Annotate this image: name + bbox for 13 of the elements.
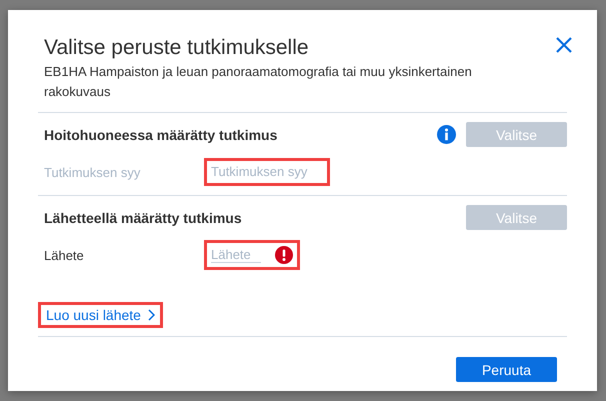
field-label: Tutkimuksen syy (44, 164, 142, 180)
field-label: Lähete (44, 248, 85, 262)
info-icon[interactable] (437, 125, 456, 144)
highlighted-field[interactable]: Lähete (204, 240, 300, 270)
section-heading: Hoitohuoneessa määrätty tutkimus (44, 126, 278, 142)
dialog-subtitle: EB1HA Hampaiston ja leuan panoraamatomografia tai muu yksinkertainen rakokuvaus (44, 63, 473, 101)
section-heading: Lähetteellä määrätty tutkimus (44, 210, 243, 226)
error-icon (275, 246, 293, 264)
cancel-button[interactable]: Peruuta (456, 357, 557, 382)
input-field[interactable]: Lähete (211, 247, 261, 263)
chevron-right-icon (146, 309, 155, 321)
dialog-title: Valitse peruste tutkimukselle (44, 36, 309, 60)
new-referral-link[interactable]: Luo uusi lähete (38, 302, 163, 328)
